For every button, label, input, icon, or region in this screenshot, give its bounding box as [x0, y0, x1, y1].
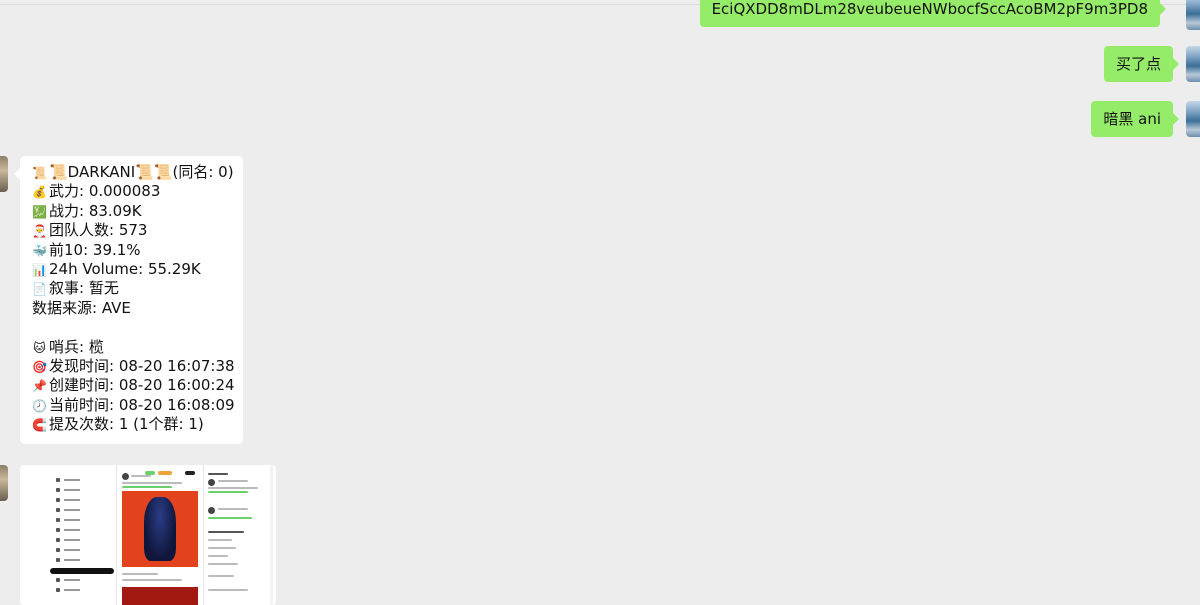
clock-icon: 🕗: [32, 398, 47, 413]
memo-icon: 📄: [32, 282, 47, 297]
target-icon: 🎯: [32, 359, 47, 374]
card-line-narrative: 📄 叙事: 暂无: [32, 279, 243, 298]
scroll-icon: 📜: [32, 166, 47, 180]
card-line-created-time: 📌 创建时间: 08-20 16:00:24: [32, 376, 243, 395]
message-bubble[interactable]: 买了点: [1103, 46, 1180, 82]
magnet-icon: 🧲: [32, 418, 47, 433]
card-line-sentinel: 🐱 哨兵: 榄: [32, 338, 243, 357]
card-line-top10: 🐳 前10: 39.1%: [32, 241, 243, 260]
cat-icon: 🐱: [33, 340, 46, 355]
card-line-mentions: 🧲 提及次数: 1 (1个群: 1): [32, 415, 243, 434]
santa-icon: 🎅: [32, 224, 47, 239]
token-info-card[interactable]: 📜 📜DARKANI📜📜(同名: 0) 💰 武力: 0.000083 💹 战力: 83…: [14, 156, 243, 444]
pushpin-icon: 📌: [32, 379, 47, 394]
bar-chart-icon: 📊: [32, 262, 47, 277]
thumbnail-post-button: [50, 568, 114, 574]
whale-icon: 🐳: [32, 243, 47, 258]
card-line-source: 数据来源: AVE: [32, 298, 131, 317]
chart-up-icon: 💹: [32, 204, 47, 219]
thumbnail-artwork-image: [122, 491, 198, 567]
sender-avatar[interactable]: [0, 156, 8, 192]
own-avatar[interactable]: [1186, 101, 1200, 137]
card-line-volume: 📊 24h Volume: 55.29K: [32, 260, 243, 279]
card-line-holders: 🎅 团队人数: 573: [32, 221, 243, 240]
card-line-marketcap: 💹 战力: 83.09K: [32, 202, 243, 221]
message-bubble[interactable]: EciQXDD8mDLm28veubeueNWbocfSccAcoBM2pF9m…: [699, 0, 1167, 27]
image-message-thumbnail[interactable]: [20, 465, 276, 605]
own-avatar[interactable]: [1186, 0, 1200, 30]
sender-avatar[interactable]: [0, 465, 8, 501]
message-bubble[interactable]: 暗黑 ani: [1091, 101, 1179, 137]
card-line-found-time: 🎯 发现时间: 08-20 16:07:38: [32, 357, 243, 376]
card-line-title: 📜 📜DARKANI📜📜(同名: 0): [32, 163, 243, 182]
card-line-price: 💰 武力: 0.000083: [32, 182, 243, 201]
thumbnail-sidebar: [54, 475, 104, 595]
money-bag-icon: 💰: [32, 185, 47, 200]
own-avatar[interactable]: [1186, 46, 1200, 82]
card-line-current-time: 🕗 当前时间: 08-20 16:08:09: [32, 396, 243, 415]
card-line-spacer: [32, 318, 243, 337]
